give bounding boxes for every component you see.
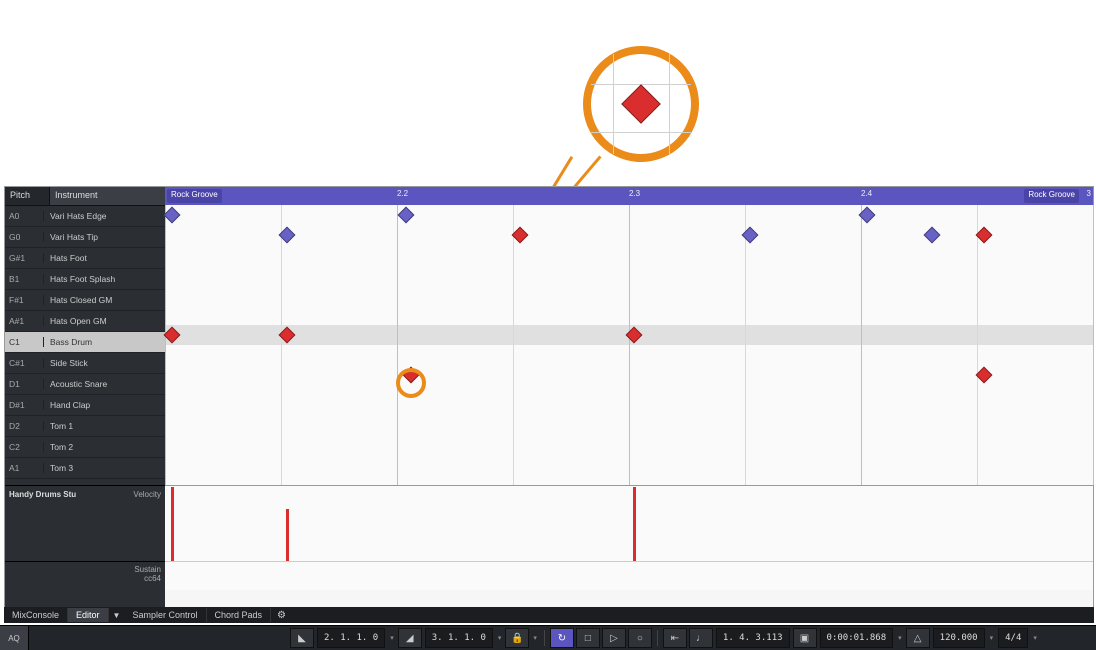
velocity-lane-header: Handy Drums Stu Velocity: [5, 485, 165, 562]
record-button[interactable]: ○: [628, 628, 652, 648]
drum-map-row[interactable]: D2Tom 1: [5, 416, 165, 437]
instrument-cell: Side Stick: [44, 358, 165, 368]
stop-button[interactable]: □: [576, 628, 600, 648]
play-button[interactable]: ▷: [602, 628, 626, 648]
pitch-cell: G#1: [5, 253, 44, 263]
tempo-field[interactable]: 120.000: [933, 628, 985, 648]
time-signature-field[interactable]: 4/4: [998, 628, 1028, 648]
instrument-cell: Acoustic Snare: [44, 379, 165, 389]
midi-note[interactable]: [924, 227, 941, 244]
zoom-source-circle: [396, 368, 426, 398]
pitch-cell: B1: [5, 274, 44, 284]
lower-zone-tab[interactable]: MixConsole: [4, 608, 68, 622]
velocity-bar[interactable]: [633, 487, 636, 561]
pitch-cell: F#1: [5, 295, 44, 305]
drum-map-row[interactable]: A1Tom 3: [5, 458, 165, 479]
column-header-pitch[interactable]: Pitch: [5, 187, 50, 205]
instrument-cell: Bass Drum: [44, 337, 165, 347]
instrument-cell: Hats Closed GM: [44, 295, 165, 305]
gear-icon[interactable]: ⚙: [271, 608, 292, 623]
lock-button[interactable]: 🔒: [505, 628, 529, 648]
chevron-down-icon[interactable]: ▾: [495, 634, 505, 642]
position-time-field[interactable]: 0:00:01.868: [820, 628, 894, 648]
drum-map-row[interactable]: D1Acoustic Snare: [5, 374, 165, 395]
position-bars-field[interactable]: 1. 4. 3.113: [716, 628, 790, 648]
midi-note[interactable]: [398, 207, 415, 224]
drum-map-row[interactable]: D#1Hand Clap: [5, 395, 165, 416]
velocity-bar[interactable]: [171, 487, 174, 561]
drum-map-row[interactable]: B1Hats Foot Splash: [5, 269, 165, 290]
midi-note[interactable]: [512, 227, 529, 244]
instrument-cell: Vari Hats Tip: [44, 232, 165, 242]
pitch-cell: C1: [5, 337, 44, 347]
pitch-cell: A#1: [5, 316, 44, 326]
lower-zone-tab[interactable]: Editor: [68, 608, 109, 622]
clip-tag-end[interactable]: Rock Groove: [1024, 189, 1079, 203]
time-format-button[interactable]: ♩: [689, 628, 713, 648]
clip-tag-start[interactable]: Rock Groove: [167, 189, 222, 203]
punch-in-button[interactable]: ◣: [290, 628, 314, 648]
ruler-tick: 2.3: [629, 189, 640, 198]
midi-note[interactable]: [741, 227, 758, 244]
transport-bar: AQ ◣ 2. 1. 1. 0 ▾ ◢ 3. 1. 1. 0 ▾ 🔒 ▾ ↻ □…: [0, 625, 1096, 650]
instrument-cell: Hats Open GM: [44, 316, 165, 326]
drum-map-row[interactable]: C2Tom 2: [5, 437, 165, 458]
chevron-down-icon[interactable]: ▾: [387, 634, 397, 642]
metronome-button[interactable]: △: [906, 628, 930, 648]
drum-editor-window: Pitch Instrument A0Vari Hats EdgeG0Vari …: [4, 186, 1094, 608]
timeline-ruler[interactable]: Rock Groove Rock Groove 3 2.22.32.4: [165, 187, 1093, 206]
zoom-callout-circle: [583, 46, 699, 162]
lower-zone-tabs: MixConsoleEditor▼Sampler ControlChord Pa…: [4, 607, 1094, 623]
left-locator-field[interactable]: 2. 1. 1. 0: [317, 628, 385, 648]
pitch-cell: D1: [5, 379, 44, 389]
cycle-button[interactable]: ↻: [550, 628, 574, 648]
sustain-lane-header: Sustain cc64: [5, 561, 165, 589]
instrument-cell: Tom 3: [44, 463, 165, 473]
midi-note[interactable]: [976, 227, 993, 244]
drum-map-row[interactable]: F#1Hats Closed GM: [5, 290, 165, 311]
chevron-down-icon[interactable]: ▾: [1030, 634, 1040, 642]
pitch-cell: C#1: [5, 358, 44, 368]
track-name-label: Handy Drums Stu: [5, 486, 113, 562]
lower-zone-tab[interactable]: Sampler Control: [124, 608, 206, 622]
drum-map-row[interactable]: G#1Hats Foot: [5, 248, 165, 269]
chevron-down-icon[interactable]: ▾: [895, 634, 905, 642]
drum-map-row[interactable]: G0Vari Hats Tip: [5, 227, 165, 248]
instrument-cell: Tom 2: [44, 442, 165, 452]
velocity-lane[interactable]: [165, 485, 1093, 563]
aq-button[interactable]: AQ: [0, 626, 29, 650]
pitch-cell: A0: [5, 211, 44, 221]
ruler-tick: 2.4: [861, 189, 872, 198]
midi-note[interactable]: [976, 367, 993, 384]
velocity-label: Velocity: [113, 486, 165, 562]
drum-map-row[interactable]: C1Bass Drum: [5, 332, 165, 353]
midi-note[interactable]: [164, 207, 181, 224]
punch-out-button[interactable]: ◢: [398, 628, 422, 648]
instrument-cell: Hats Foot Splash: [44, 274, 165, 284]
column-header-instrument[interactable]: Instrument: [50, 187, 165, 205]
right-locator-field[interactable]: 3. 1. 1. 0: [425, 628, 493, 648]
lower-zone-tab[interactable]: Chord Pads: [207, 608, 272, 622]
instrument-cell: Tom 1: [44, 421, 165, 431]
pitch-cell: A1: [5, 463, 44, 473]
marker-button[interactable]: ▣: [793, 628, 817, 648]
pitch-cell: D2: [5, 421, 44, 431]
pitch-cell: C2: [5, 442, 44, 452]
drum-map-row[interactable]: C#1Side Stick: [5, 353, 165, 374]
pitch-cell: D#1: [5, 400, 44, 410]
drum-map-row[interactable]: A#1Hats Open GM: [5, 311, 165, 332]
pitch-cell: G0: [5, 232, 44, 242]
ruler-tick: 2.2: [397, 189, 408, 198]
instrument-cell: Hand Clap: [44, 400, 165, 410]
chevron-down-icon[interactable]: ▾: [530, 634, 540, 642]
chevron-down-icon[interactable]: ▾: [987, 634, 997, 642]
chevron-down-icon[interactable]: ▼: [109, 609, 125, 622]
return-to-start-button[interactable]: ⇤: [663, 628, 687, 648]
drum-map-row[interactable]: A0Vari Hats Edge: [5, 206, 165, 227]
velocity-bar[interactable]: [286, 509, 289, 561]
sustain-lane[interactable]: [165, 561, 1093, 590]
instrument-cell: Vari Hats Edge: [44, 211, 165, 221]
instrument-cell: Hats Foot: [44, 253, 165, 263]
note-grid[interactable]: [165, 205, 1093, 485]
